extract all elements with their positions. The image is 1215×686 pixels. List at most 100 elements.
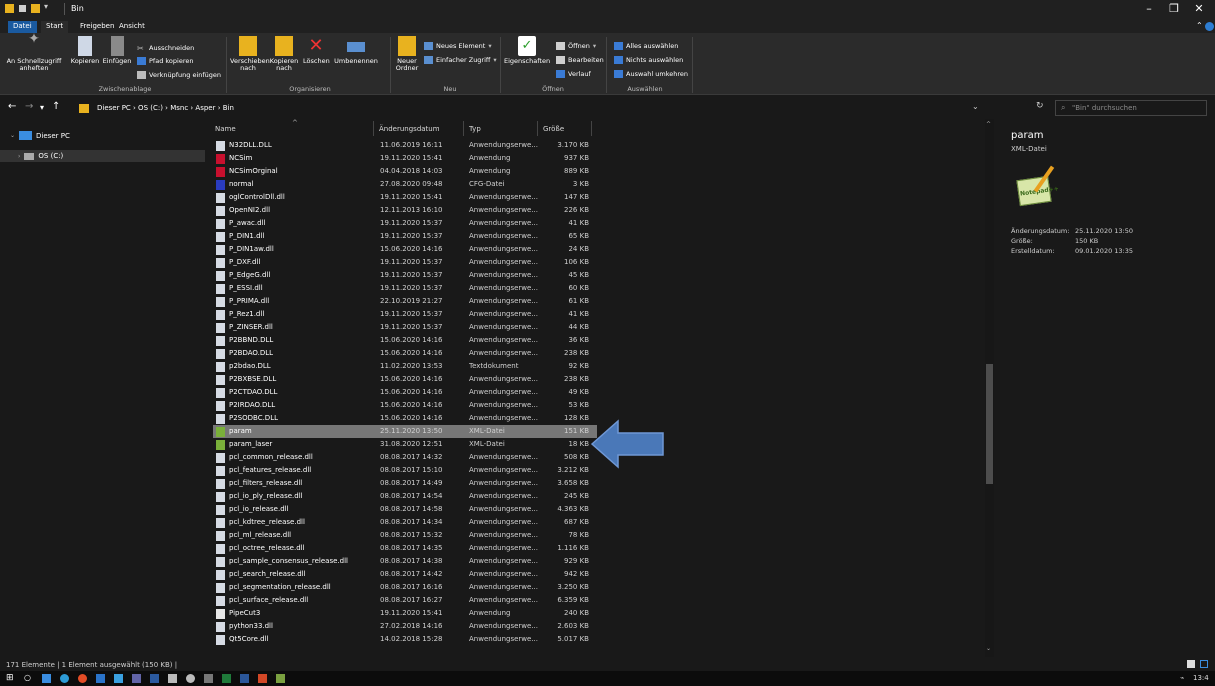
select-none-button[interactable]: Nichts auswählen: [614, 56, 683, 64]
scroll-up-icon[interactable]: ^: [986, 121, 991, 128]
delete-button[interactable]: ✕ Löschen: [303, 36, 330, 65]
copy-path-button[interactable]: Pfad kopieren: [137, 57, 193, 65]
file-row[interactable]: PipeCut3 19.11.2020 15:41 Anwendung 240 KB: [213, 607, 597, 620]
file-row[interactable]: pcl_search_release.dll 08.08.2017 14:42 An…: [213, 568, 597, 581]
windows-start-icon[interactable]: ⊞: [6, 673, 15, 683]
rename-button[interactable]: Umbenennen: [330, 36, 382, 65]
scrollbar-thumb[interactable]: [986, 364, 993, 484]
invert-selection-button[interactable]: Auswahl umkehren: [614, 70, 688, 78]
up-button[interactable]: ↑: [52, 101, 60, 112]
search-input[interactable]: ⌕ "Bin" durchsuchen: [1055, 100, 1207, 116]
search-icon[interactable]: ○: [24, 673, 33, 682]
tab-ansicht[interactable]: Ansicht: [114, 21, 150, 33]
file-row[interactable]: P2BDAO.DLL 15.06.2020 14:16 Anwendungserwe…: [213, 347, 597, 360]
tab-start[interactable]: Start: [41, 21, 69, 33]
open-button[interactable]: Öffnen ▾: [556, 42, 596, 50]
file-row[interactable]: pcl_kdtree_release.dll 08.08.2017 14:34 An…: [213, 516, 597, 529]
file-row[interactable]: P_ZINSER.dll 19.11.2020 15:37 Anwendungser…: [213, 321, 597, 334]
vertical-scrollbar[interactable]: ^ ⌄: [985, 119, 994, 657]
file-row[interactable]: normal 27.08.2020 09:48 CFG-Datei 3 KB: [213, 178, 597, 191]
address-bar[interactable]: Dieser PC › OS (C:) › Msnc › Asper › Bin…: [76, 100, 983, 116]
file-row[interactable]: OpenNI2.dll 12.11.2013 16:10 Anwendungserw…: [213, 204, 597, 217]
taskbar-clock[interactable]: 13:4: [1193, 674, 1209, 682]
file-row[interactable]: pcl_segmentation_release.dll 08.08.2017 1…: [213, 581, 597, 594]
quick-access-dropdown-icon[interactable]: ▾: [44, 2, 53, 11]
file-row[interactable]: pcl_features_release.dll 08.08.2017 15:10…: [213, 464, 597, 477]
app-icon[interactable]: [204, 674, 213, 683]
outlook-icon[interactable]: [96, 674, 105, 683]
file-row[interactable]: pcl_surface_release.dll 08.08.2017 16:27 A…: [213, 594, 597, 607]
details-view-icon[interactable]: [1187, 660, 1195, 668]
column-header-date[interactable]: Änderungsdatum: [379, 125, 440, 133]
word-icon[interactable]: [240, 674, 249, 683]
file-row[interactable]: N32DLL.DLL 11.06.2019 16:11 Anwendungserwe…: [213, 139, 597, 152]
help-icon[interactable]: [1205, 22, 1214, 31]
teams-icon[interactable]: [114, 674, 123, 683]
back-button[interactable]: ←: [8, 101, 16, 112]
file-row[interactable]: P_PRIMA.dll 22.10.2019 21:27 Anwendungserw…: [213, 295, 597, 308]
file-row[interactable]: pcl_common_release.dll 08.08.2017 14:32 An…: [213, 451, 597, 464]
file-row[interactable]: p2bdao.DLL 11.02.2020 13:53 Textdokument 92…: [213, 360, 597, 373]
recent-locations-icon[interactable]: ▾: [40, 103, 44, 112]
edge-icon[interactable]: [60, 674, 69, 683]
file-row[interactable]: param_laser 31.08.2020 12:51 XML-Datei 18 K…: [213, 438, 597, 451]
column-separator[interactable]: [591, 121, 592, 136]
paste-shortcut-button[interactable]: Verknüpfung einfügen: [137, 71, 221, 79]
address-dropdown-icon[interactable]: ⌄: [972, 102, 979, 111]
column-separator[interactable]: [463, 121, 464, 136]
file-row[interactable]: P2BBND.DLL 15.06.2020 14:16 Anwendungserwe…: [213, 334, 597, 347]
refresh-icon[interactable]: ↻: [1036, 101, 1044, 111]
nav-item-dieser-pc[interactable]: ⌄ Dieser PC: [10, 131, 70, 140]
new-item-button[interactable]: Neues Element ▾: [424, 42, 492, 50]
copy-button[interactable]: Kopieren: [70, 36, 100, 65]
file-row[interactable]: P2IRDAO.DLL 15.06.2020 14:16 Anwendungserw…: [213, 399, 597, 412]
pin-quick-access-button[interactable]: ✦ An Schnellzugriff anheften: [6, 32, 62, 72]
file-row[interactable]: pcl_octree_release.dll 08.08.2017 14:35 An…: [213, 542, 597, 555]
file-row[interactable]: P2BXBSE.DLL 15.06.2020 14:16 Anwendungserw…: [213, 373, 597, 386]
file-row[interactable]: P_awac.dll 19.11.2020 15:37 Anwendungserwe…: [213, 217, 597, 230]
properties-icon[interactable]: [19, 5, 26, 12]
file-row[interactable]: P_DIN1aw.dll 15.06.2020 14:16 Anwendungser…: [213, 243, 597, 256]
notepad-icon[interactable]: [276, 674, 285, 683]
file-row[interactable]: pcl_filters_release.dll 08.08.2017 14:49 A…: [213, 477, 597, 490]
settings-icon[interactable]: [168, 674, 177, 683]
task-view-icon[interactable]: [42, 674, 51, 683]
file-row[interactable]: P_Rez1.dll 19.11.2020 15:37 Anwendungserwe…: [213, 308, 597, 321]
app-icon[interactable]: [132, 674, 141, 683]
ribbon-collapse-icon[interactable]: ⌃: [1196, 21, 1203, 30]
maximize-button[interactable]: ❐: [1162, 2, 1186, 15]
column-header-name[interactable]: Name: [215, 125, 236, 133]
cut-button[interactable]: ✂ Ausschneiden: [137, 44, 194, 53]
file-row[interactable]: P_DXF.dll 19.11.2020 15:37 Anwendungserwe.…: [213, 256, 597, 269]
file-row[interactable]: oglControlDll.dll 19.11.2020 15:41 Anwendu…: [213, 191, 597, 204]
minimize-button[interactable]: –: [1137, 2, 1161, 15]
move-to-button[interactable]: Verschieben nach: [230, 36, 270, 72]
column-separator[interactable]: [537, 121, 538, 136]
large-icons-view-icon[interactable]: [1200, 660, 1208, 668]
file-row[interactable]: P_EdgeG.dll 19.11.2020 15:37 Anwendungserw…: [213, 269, 597, 282]
powerpoint-icon[interactable]: [258, 674, 267, 683]
close-button[interactable]: ✕: [1187, 2, 1211, 15]
easy-access-button[interactable]: Einfacher Zugriff ▾: [424, 56, 497, 64]
gear-icon[interactable]: [186, 674, 195, 683]
column-header-size[interactable]: Größe: [543, 125, 564, 133]
file-row[interactable]: pcl_io_release.dll 08.08.2017 14:58 Anwend…: [213, 503, 597, 516]
breadcrumb[interactable]: Dieser PC › OS (C:) › Msnc › Asper › Bin: [97, 104, 234, 112]
file-row[interactable]: python33.dll 27.02.2018 14:16 Anwendungser…: [213, 620, 597, 633]
file-row[interactable]: P2SODBC.DLL 15.06.2020 14:16 Anwendungserw…: [213, 412, 597, 425]
nav-item-os-c[interactable]: › OS (C:): [0, 150, 205, 162]
file-row[interactable]: NCSim 19.11.2020 15:41 Anwendung 937 KB: [213, 152, 597, 165]
tab-freigeben[interactable]: Freigeben: [75, 21, 119, 33]
forward-button[interactable]: →: [25, 101, 33, 112]
chrome-icon[interactable]: [78, 674, 87, 683]
file-row[interactable]: NCSimOrginal 04.04.2018 14:03 Anwendung 889…: [213, 165, 597, 178]
copy-to-button[interactable]: Kopieren nach: [268, 36, 300, 72]
new-folder-icon[interactable]: [31, 4, 40, 13]
file-row[interactable]: pcl_io_ply_release.dll 08.08.2017 14:54 An…: [213, 490, 597, 503]
properties-button[interactable]: ✓ Eigenschaften: [504, 36, 550, 65]
new-folder-button[interactable]: Neuer Ordner: [393, 36, 421, 72]
explorer-icon[interactable]: [150, 674, 159, 683]
edit-button[interactable]: Bearbeiten: [556, 56, 604, 64]
file-row[interactable]: pcl_ml_release.dll 08.08.2017 15:32 Anwend…: [213, 529, 597, 542]
excel-icon[interactable]: [222, 674, 231, 683]
